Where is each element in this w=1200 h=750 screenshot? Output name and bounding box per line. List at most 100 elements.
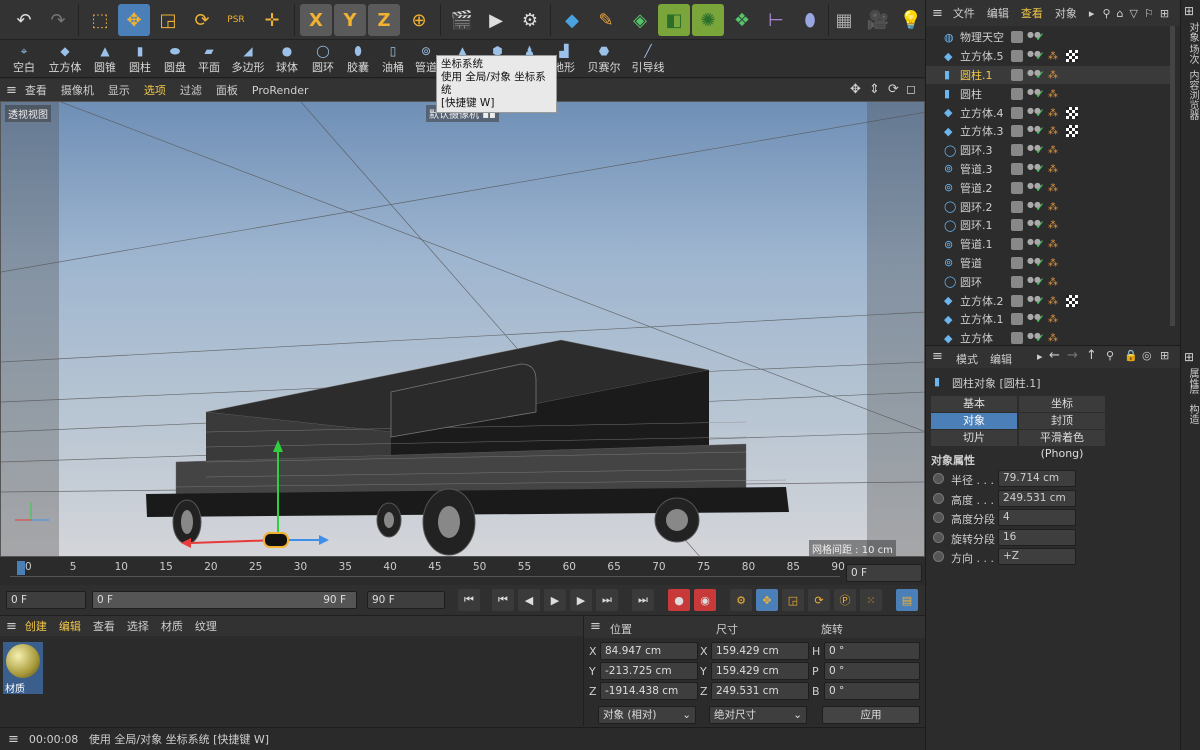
x-axis-icon[interactable]: X <box>300 4 332 36</box>
rotation-field[interactable]: 0 ° <box>824 662 920 680</box>
layer-icon[interactable] <box>1011 200 1023 213</box>
keyframe-selection-icon[interactable]: ⚙ <box>730 589 752 611</box>
object-palette-item[interactable]: ◢ 多边形 <box>228 40 268 78</box>
object-row[interactable]: ⊚ 管道 ●● ✓ ⁂ <box>926 254 1171 273</box>
material-menu-item[interactable]: 编辑 <box>59 618 81 634</box>
animate-radio-icon[interactable] <box>933 492 944 504</box>
layer-icon[interactable] <box>1011 256 1023 269</box>
attr-menu-item[interactable]: 编辑 <box>990 351 1012 367</box>
viewport-menu-item[interactable]: 显示 <box>108 82 130 98</box>
attribute-value-field[interactable]: 16 <box>998 528 1076 546</box>
add-icon[interactable]: ⊞ <box>1184 350 1194 364</box>
light-icon[interactable]: 💡 <box>895 4 927 36</box>
visibility-dots-icon[interactable]: ●● <box>1027 125 1041 136</box>
apply-button[interactable]: 应用 <box>822 706 920 724</box>
render-picture-icon[interactable]: ▶ <box>480 4 512 36</box>
prev-frame-icon[interactable]: ◀ <box>518 589 540 611</box>
phong-tag-icon[interactable]: ⁂ <box>1048 202 1058 213</box>
layer-icon[interactable] <box>1011 332 1023 344</box>
object-palette-item[interactable]: ⬮ 胶囊 <box>343 40 373 78</box>
tab-object[interactable]: 对象 <box>931 413 1017 429</box>
viewport-menu-item[interactable]: ProRender <box>252 84 309 97</box>
layer-icon[interactable] <box>1011 87 1023 100</box>
layer-icon[interactable] <box>1011 313 1023 326</box>
add-icon[interactable]: ⊞ <box>1160 349 1169 362</box>
size-field[interactable]: 249.531 cm <box>711 682 809 700</box>
object-row[interactable]: ▮ 圆柱 ●● ✓ ⁂ <box>926 84 1171 103</box>
phong-tag-icon[interactable]: ⁂ <box>1048 89 1058 100</box>
objmgr-menu-item[interactable]: 编辑 <box>987 5 1009 21</box>
visibility-dots-icon[interactable]: ●● <box>1027 275 1041 287</box>
size-field[interactable]: 159.429 cm <box>711 662 809 680</box>
visibility-dots-icon[interactable]: ●● <box>1027 87 1041 99</box>
layer-icon[interactable] <box>1011 106 1023 119</box>
visibility-dots-icon[interactable]: ●● <box>1027 68 1041 80</box>
zoom-icon[interactable]: ⇕ <box>869 82 880 97</box>
world-coord-icon[interactable]: ⊕ <box>403 4 435 36</box>
animate-radio-icon[interactable] <box>933 512 944 523</box>
side-tab-objects[interactable]: 对象 <box>1185 22 1200 42</box>
play-icon[interactable]: ▶ <box>544 589 566 611</box>
object-palette-item[interactable]: ▮ 圆柱 <box>125 40 155 78</box>
object-row[interactable]: ⊚ 管道.1 ●● ✓ ⁂ <box>926 235 1171 254</box>
tab-basic[interactable]: 基本 <box>931 396 1017 412</box>
prev-key-icon[interactable]: ⏮ <box>492 589 514 611</box>
rect-select-icon[interactable]: ⬚ <box>84 4 116 36</box>
enabled-check-icon[interactable]: ✓ <box>1035 294 1045 308</box>
next-key-icon[interactable]: ⏭ <box>596 589 618 611</box>
phong-tag-icon[interactable]: ⁂ <box>1048 51 1058 62</box>
material-menu-item[interactable]: 纹理 <box>195 618 217 634</box>
cloner-icon[interactable]: ❖ <box>726 4 758 36</box>
add-icon[interactable]: ⊞ <box>1184 4 1194 18</box>
animate-radio-icon[interactable] <box>933 531 944 543</box>
attribute-value-field[interactable]: +Z <box>998 548 1076 565</box>
generator-icon[interactable]: ◧ <box>658 4 690 36</box>
object-row[interactable]: ◆ 立方体.4 ●● ✓ ⁂ <box>926 103 1171 122</box>
phong-tag-icon[interactable]: ⁂ <box>1048 70 1058 81</box>
object-palette-item[interactable]: ╱ 引导线 <box>630 40 666 78</box>
object-palette-item[interactable]: ● 球体 <box>272 40 302 78</box>
material-menu-item[interactable]: 选择 <box>127 618 149 634</box>
lock-icon[interactable]: 🔒 <box>1124 349 1138 362</box>
object-row[interactable]: ◯ 圆环.2 ●● ✓ ⁂ <box>926 197 1171 216</box>
layer-icon[interactable] <box>1011 162 1023 175</box>
go-to-end-icon[interactable]: ⏭ <box>632 589 654 611</box>
phong-tag-icon[interactable]: ⁂ <box>1048 126 1058 137</box>
viewport-menu-item[interactable]: 过滤 <box>180 82 202 98</box>
layer-icon[interactable] <box>1011 144 1023 157</box>
material-menu-item[interactable]: 查看 <box>93 618 115 634</box>
side-tab-content-browser[interactable]: 内容浏览器 <box>1185 70 1200 120</box>
playhead[interactable] <box>17 561 25 575</box>
forward-arrow-icon[interactable]: → <box>1067 348 1078 363</box>
attribute-value-field[interactable]: 4 <box>998 509 1076 526</box>
z-axis-icon[interactable]: Z <box>368 4 400 36</box>
enabled-check-icon[interactable]: ✓ <box>1035 218 1045 232</box>
phong-tag-icon[interactable]: ⁂ <box>1048 108 1058 119</box>
camera-icon[interactable]: 🎥 <box>862 4 894 36</box>
layer-icon[interactable] <box>1011 50 1023 63</box>
phong-tag-icon[interactable]: ⁂ <box>1048 296 1058 307</box>
object-row[interactable]: ⊚ 管道.2 ●● ✓ ⁂ <box>926 178 1171 197</box>
enabled-check-icon[interactable]: ✓ <box>1035 87 1045 101</box>
rotation-field[interactable]: 0 ° <box>824 682 920 700</box>
object-row[interactable]: ◆ 立方体.3 ●● ✓ ⁂ <box>926 122 1171 141</box>
object-palette-item[interactable]: ⬬ 圆盘 <box>160 40 190 78</box>
frame-range-slider[interactable]: 0 F 90 F <box>92 591 357 609</box>
enabled-check-icon[interactable]: ✓ <box>1035 68 1045 82</box>
visibility-dots-icon[interactable]: ●● <box>1027 106 1041 118</box>
object-row[interactable]: ◆ 立方体.5 ●● ✓ ⁂ <box>926 47 1171 66</box>
texture-tag-icon[interactable] <box>1066 125 1078 138</box>
pen-icon[interactable]: ✎ <box>590 4 622 36</box>
filter-icon[interactable]: ▽ <box>1129 7 1137 20</box>
attr-menu-item[interactable]: 模式 <box>956 351 978 367</box>
end-frame-field[interactable]: 90 F <box>367 591 445 609</box>
redo-icon[interactable]: ↷ <box>42 4 74 36</box>
visibility-dots-icon[interactable]: ●● <box>1027 50 1041 61</box>
objmgr-menu-item[interactable]: 对象 <box>1055 5 1077 21</box>
coord-mode-select[interactable]: 对象 (相对) ⌄ <box>598 706 696 724</box>
next-frame-icon[interactable]: ▶ <box>570 589 592 611</box>
hamburger-icon[interactable]: ≡ <box>6 83 17 98</box>
subdivision-icon[interactable]: ◈ <box>624 4 656 36</box>
go-to-start-icon[interactable]: ⏮ <box>458 589 480 611</box>
key-pla-icon[interactable]: ⁙ <box>860 589 882 611</box>
